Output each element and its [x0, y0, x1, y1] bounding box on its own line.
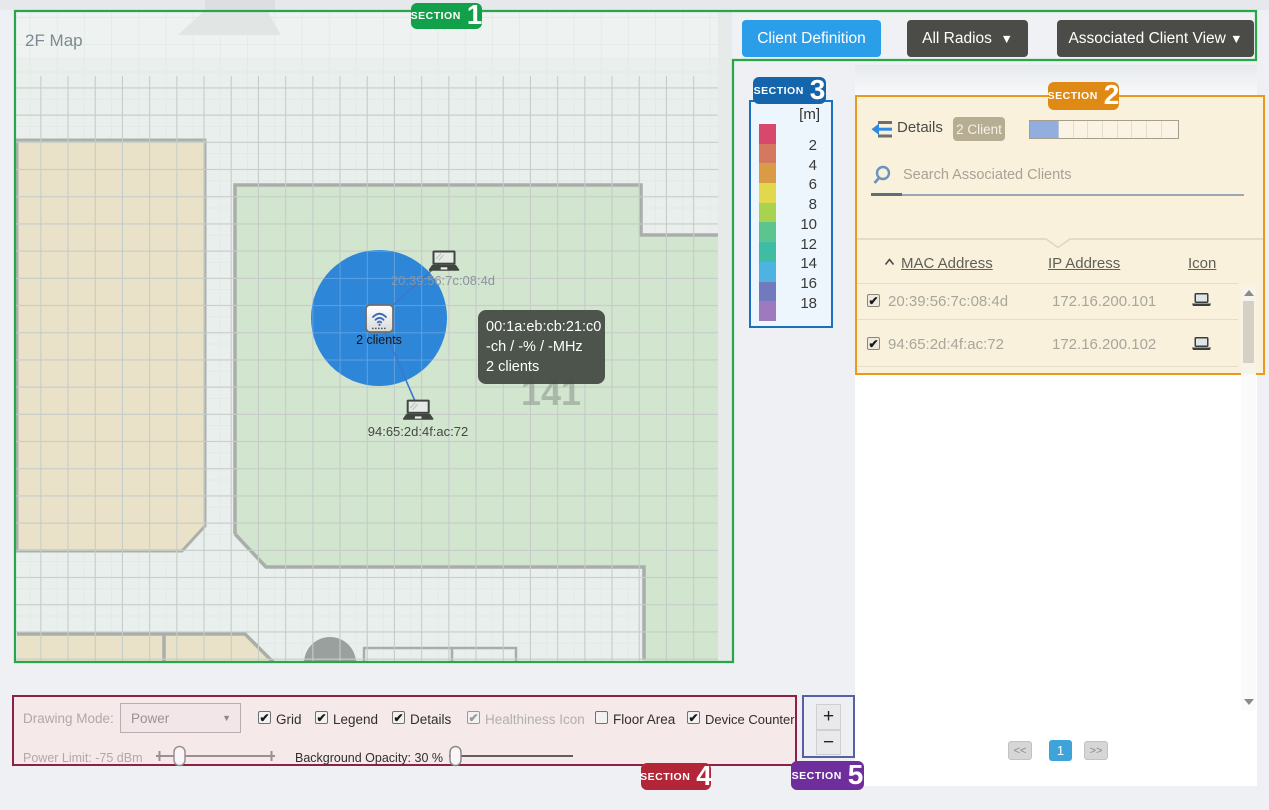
svg-text:94:65:2d:4f:ac:72: 94:65:2d:4f:ac:72: [368, 424, 468, 439]
svg-text:2 clients: 2 clients: [356, 333, 402, 347]
svg-text:20:39:56:7c:08:4d: 20:39:56:7c:08:4d: [391, 273, 495, 288]
